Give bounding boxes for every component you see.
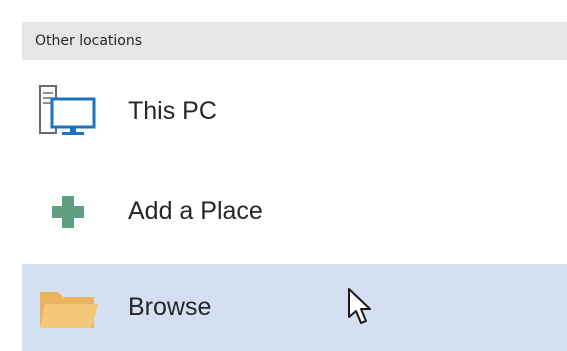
- folder-icon: [36, 278, 100, 338]
- other-locations-panel: Other locations This PC Add a Place Brow…: [0, 0, 567, 351]
- location-item-add-a-place[interactable]: Add a Place: [22, 163, 567, 259]
- computer-icon: [36, 81, 100, 141]
- section-header-title: Other locations: [35, 33, 143, 49]
- location-item-this-pc[interactable]: This PC: [22, 63, 567, 159]
- location-item-browse[interactable]: Browse: [22, 264, 567, 351]
- plus-icon: [36, 181, 100, 241]
- location-item-label: This PC: [128, 96, 217, 125]
- location-item-label: Add a Place: [128, 196, 263, 225]
- section-header-other-locations: Other locations: [22, 22, 567, 60]
- location-item-label: Browse: [128, 293, 212, 321]
